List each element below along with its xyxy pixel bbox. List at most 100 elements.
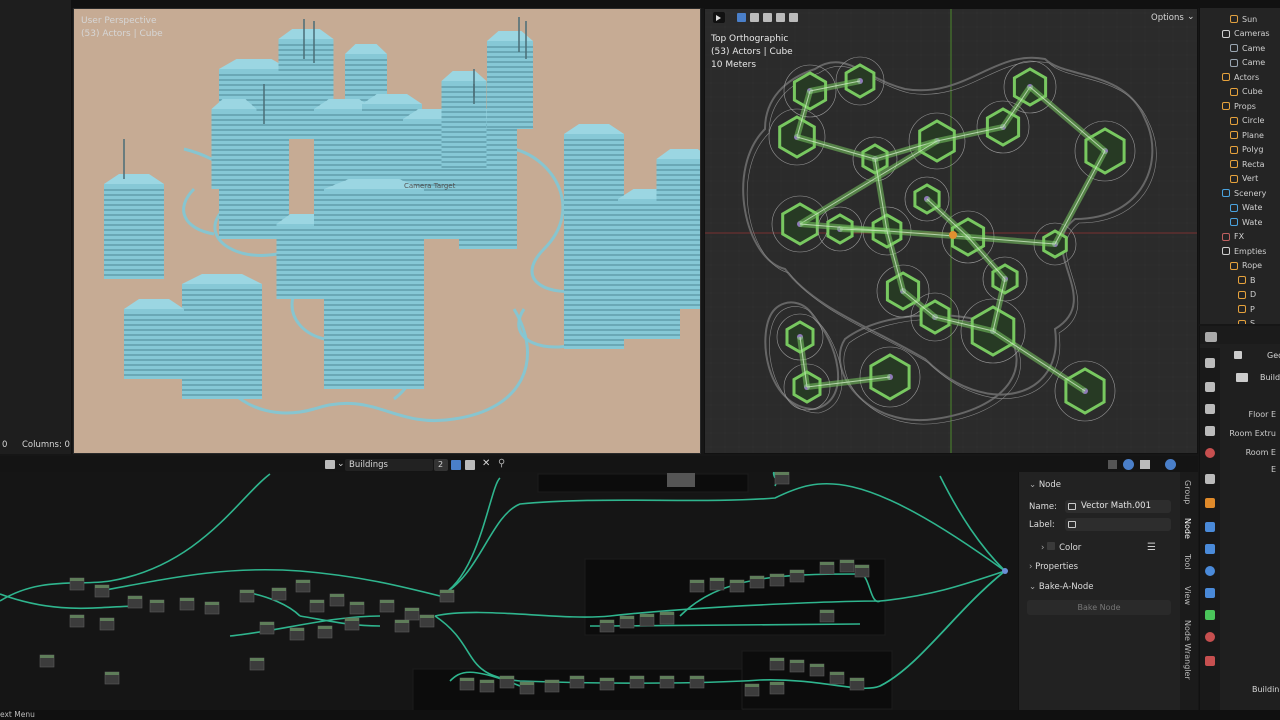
outliner-item[interactable]: S (1222, 317, 1280, 324)
color-checkbox[interactable] (1047, 542, 1056, 550)
properties-section-header[interactable]: › Properties (1029, 562, 1078, 572)
tab-group[interactable]: Group (1183, 480, 1192, 504)
outliner-item[interactable]: Vert (1222, 172, 1280, 187)
object-tab-icon[interactable] (1205, 498, 1215, 508)
graph-node (849, 677, 865, 691)
select-invert-icon[interactable] (776, 13, 785, 22)
node-name-field[interactable]: Vector Math.001 (1065, 500, 1171, 513)
outliner-item[interactable]: FX (1222, 230, 1280, 245)
viewport-type-button[interactable] (713, 12, 725, 23)
tab-view[interactable]: View (1183, 586, 1192, 605)
outliner-panel[interactable]: Sun Cameras Came Came Actors Cube Props Circle P… (1199, 8, 1280, 324)
duplicate-icon[interactable] (465, 460, 475, 470)
node-header (240, 590, 254, 593)
constraints-tab-icon[interactable] (1205, 588, 1215, 598)
outliner-item-label: P (1250, 304, 1255, 314)
data-tab-icon[interactable] (1205, 610, 1215, 620)
graph-node (104, 671, 120, 685)
render-tab-icon[interactable] (1205, 382, 1215, 392)
texture-tab-icon[interactable] (1205, 656, 1215, 666)
gizmo-icon[interactable] (1165, 459, 1176, 470)
material-tab-icon[interactable] (1205, 632, 1215, 642)
snap-icon[interactable] (1108, 460, 1117, 469)
node-tree-name-field[interactable]: Buildings (345, 459, 433, 471)
modifier-tab-icon[interactable] (1205, 522, 1215, 532)
row-count-label: 0 (2, 440, 8, 450)
graph-node (829, 671, 845, 685)
tab-node-wrangler[interactable]: Node Wrangler (1183, 620, 1192, 680)
top-ortho-viewport[interactable]: Top Orthographic (53) Actors | Cube 10 M… (704, 8, 1198, 454)
node-header (480, 680, 494, 683)
world-tab-icon[interactable] (1205, 474, 1215, 484)
curve-icon (1230, 145, 1238, 154)
user-count-badge[interactable]: 2 (434, 459, 448, 471)
curve-icon (1230, 116, 1238, 125)
outliner-item-label: Actors (1234, 72, 1260, 82)
node-header (790, 570, 804, 573)
outliner-item[interactable]: Rope (1222, 259, 1280, 274)
outliner-item[interactable]: Came (1222, 41, 1280, 56)
graph-node (419, 614, 435, 628)
node-tree-browse-icon[interactable] (325, 460, 335, 469)
outliner-item[interactable]: Cube (1222, 85, 1280, 100)
outliner-item[interactable]: Plane (1222, 128, 1280, 143)
overlay-icon[interactable] (1123, 459, 1134, 470)
options-dropdown[interactable]: Options (1151, 13, 1184, 23)
modifier-dropdown-icon[interactable] (1236, 373, 1248, 382)
outliner-item[interactable]: Came (1222, 56, 1280, 71)
outliner-item[interactable]: Empties (1222, 244, 1280, 259)
node-label-field[interactable] (1065, 518, 1171, 531)
tab-tool[interactable]: Tool (1183, 554, 1192, 570)
properties-editor-icon[interactable] (1205, 332, 1217, 342)
physics-tab-icon[interactable] (1205, 566, 1215, 576)
outliner-item[interactable]: Sun (1222, 12, 1280, 27)
backdrop-icon[interactable] (1140, 460, 1150, 469)
fake-user-icon[interactable] (451, 460, 461, 470)
view-layer-tab-icon[interactable] (1205, 426, 1215, 436)
outliner-item[interactable]: Cameras (1222, 27, 1280, 42)
select-subtract-icon[interactable] (763, 13, 772, 22)
scene-tab-icon[interactable] (1205, 448, 1215, 458)
select-intersect-icon[interactable] (789, 13, 798, 22)
select-mode-icon[interactable] (737, 13, 746, 22)
light-icon (1230, 15, 1238, 24)
node-header (296, 580, 310, 583)
options-chevron-icon[interactable]: ⌄ (1187, 12, 1195, 22)
outliner-item[interactable]: Props (1222, 99, 1280, 114)
outliner-item[interactable]: Wate (1222, 215, 1280, 230)
bake-section-header[interactable]: ⌄ Bake-A-Node (1029, 582, 1093, 592)
outliner-item[interactable]: Wate (1222, 201, 1280, 216)
building (124, 299, 184, 379)
color-list-icon[interactable]: ☰ (1147, 542, 1156, 553)
outliner-item[interactable]: Scenery (1222, 186, 1280, 201)
select-extend-icon[interactable] (750, 13, 759, 22)
outliner-item[interactable]: B (1222, 273, 1280, 288)
node-section-header[interactable]: ⌄ Node (1029, 480, 1061, 490)
outliner-item[interactable]: Recta (1222, 157, 1280, 172)
tab-node[interactable]: Node (1183, 518, 1192, 539)
node-header (745, 684, 759, 687)
outliner-item[interactable]: P (1222, 302, 1280, 317)
outliner-item[interactable]: D (1222, 288, 1280, 303)
bake-node-button[interactable]: Bake Node (1027, 600, 1171, 615)
graph-node (179, 597, 195, 611)
curve-icon (1230, 160, 1238, 169)
tool-tab-icon[interactable] (1205, 358, 1215, 368)
color-section-header[interactable]: › Color (1041, 542, 1081, 553)
properties-panel[interactable]: Geo Build Floor E Room Extru Room E E Bu… (1199, 326, 1280, 710)
particles-tab-icon[interactable] (1205, 544, 1215, 554)
outliner-item[interactable]: Polyg (1222, 143, 1280, 158)
browse-chevron-icon[interactable]: ⌄ (337, 459, 345, 469)
graph-node (809, 663, 825, 677)
empty-icon (1238, 276, 1246, 285)
pin-icon[interactable]: ⚲ (498, 458, 505, 469)
outliner-item[interactable]: Actors (1222, 70, 1280, 85)
unlink-close-icon[interactable]: ✕ (482, 458, 490, 469)
outliner-item[interactable]: Circle (1222, 114, 1280, 129)
output-tab-icon[interactable] (1205, 404, 1215, 414)
outliner-item-label: Cameras (1234, 29, 1270, 39)
outliner-item-label: Came (1242, 43, 1266, 53)
perspective-viewport[interactable]: User Perspective (53) Actors | Cube Came… (73, 8, 701, 454)
collection-icon (1222, 102, 1230, 111)
node-header (810, 664, 824, 667)
